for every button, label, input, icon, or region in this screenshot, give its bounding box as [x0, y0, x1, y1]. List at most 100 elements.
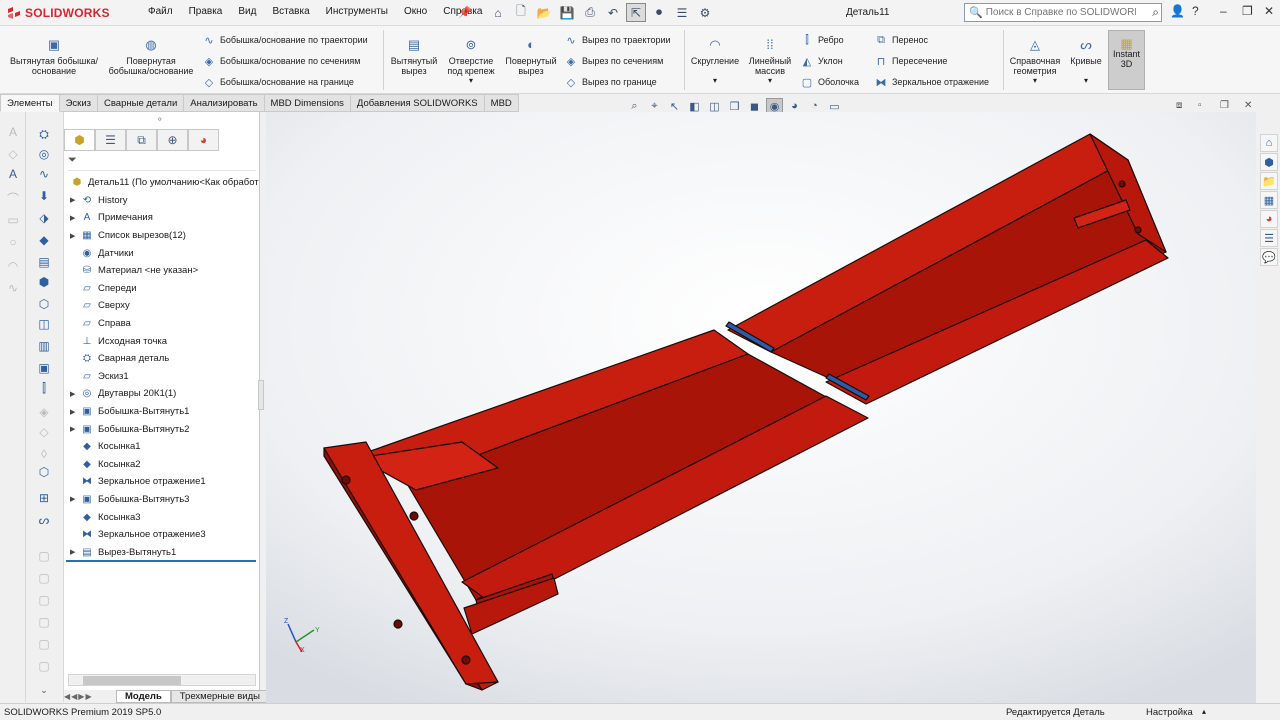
appearances-icon[interactable]: ◕: [1260, 210, 1278, 228]
property-manager-tab-icon[interactable]: ☰: [95, 129, 126, 151]
dimxpert-manager-tab-icon[interactable]: ⊕: [157, 129, 188, 151]
feature-tree-item[interactable]: ▶ ▤ Вырез-Вытянуть1: [64, 543, 260, 561]
extruded-boss-icon[interactable]: ⬇: [36, 188, 52, 204]
viewport-restore-icon[interactable]: ❐: [1220, 100, 1229, 111]
boundary-cut-button[interactable]: ◇ Вырез по границе: [564, 75, 657, 89]
linear-pattern-dropdown-icon[interactable]: ▾: [744, 76, 796, 86]
display-manager-tab-icon[interactable]: ◕: [188, 129, 219, 151]
open-document-icon[interactable]: 📂: [534, 3, 554, 22]
draft-button[interactable]: ◭ Уклон: [800, 54, 843, 68]
design-library-icon[interactable]: ⬢: [1260, 153, 1278, 171]
rebuild-icon[interactable]: ⏺: [649, 3, 669, 22]
swept-cut-button[interactable]: ∿ Вырез по траектории: [564, 33, 670, 47]
expand-arrow-icon[interactable]: ▶: [70, 214, 80, 222]
instant3d-button[interactable]: ▦ Instant 3D: [1108, 30, 1145, 90]
chamfer-icon[interactable]: ◫: [36, 316, 52, 332]
select-pointer-icon[interactable]: ⇱: [626, 3, 646, 22]
surface-tool-6-icon[interactable]: ▢: [36, 658, 52, 674]
feature-tree-item[interactable]: ◉ Датчики: [64, 244, 260, 262]
feature-tree-item[interactable]: ⊥ Исходная точка: [64, 332, 260, 350]
expand-arrow-icon[interactable]: ▶: [70, 495, 80, 503]
menu-file[interactable]: Файл: [140, 6, 181, 17]
feature-tree-item[interactable]: ◆ Косынка2: [64, 456, 260, 474]
tab-addins[interactable]: Добавления SOLIDWORKS: [350, 94, 485, 112]
tab-weldments[interactable]: Сварные детали: [98, 94, 185, 112]
close-window-icon[interactable]: ✕: [1264, 4, 1274, 18]
curves-button[interactable]: ᔕ Кривые ▾: [1066, 36, 1106, 86]
swept-boss-button[interactable]: ∿ Бобышка/основание по траектории: [202, 33, 367, 47]
panel-grip-icon[interactable]: ⚬: [156, 114, 164, 125]
feature-tree-item[interactable]: ▶ ▣ Бобышка-Вытянуть2: [64, 420, 260, 438]
unit-settings[interactable]: Настройка: [1146, 707, 1193, 718]
end-cap-icon[interactable]: ▤: [36, 254, 52, 270]
line-tool-icon[interactable]: ⌒: [5, 190, 21, 206]
rectangle-tool-icon[interactable]: ▭: [5, 212, 21, 228]
feature-tree-item[interactable]: ⧓ Зеркальное отражение3: [64, 526, 260, 544]
fillet-button[interactable]: ◠ Скругление ▾: [688, 36, 742, 86]
cut-list-icon[interactable]: ⬡: [36, 296, 52, 312]
feature-tree-item[interactable]: ▶ ▦ Список вырезов(12): [64, 227, 260, 245]
expand-arrow-icon[interactable]: ▶: [70, 408, 80, 416]
weld-bead-icon[interactable]: ⬢: [36, 274, 52, 290]
shell-button[interactable]: ▢ Оболочка: [800, 75, 859, 89]
user-account-icon[interactable]: 👤: [1170, 4, 1185, 18]
reference-geometry-dropdown-icon[interactable]: ▾: [1006, 76, 1064, 86]
solidworks-logo[interactable]: SOLIDWORKS: [6, 4, 122, 22]
spline-tool-icon[interactable]: ∿: [5, 280, 21, 296]
help-search-scope-icon[interactable]: 🔍: [969, 6, 983, 19]
graphics-canvas[interactable]: Z Y X: [266, 112, 1256, 703]
help-icon[interactable]: ?: [1192, 4, 1199, 18]
feature-tree-item[interactable]: ⬢ Деталь11 (По умолчанию<Как обработ: [64, 174, 260, 192]
hole-wizard-dropdown-icon[interactable]: ▾: [442, 76, 500, 86]
feature-tree-item[interactable]: ◆ Косынка1: [64, 438, 260, 456]
extruded-cut-tool-icon[interactable]: ⬗: [36, 210, 52, 226]
hole-wizard-button[interactable]: ⊚ Отверстие под крепеж ▾: [442, 36, 500, 86]
help-search[interactable]: 🔍 ⌕: [964, 3, 1162, 22]
feature-tree-item[interactable]: ◆ Косынка3: [64, 508, 260, 526]
bend-icon[interactable]: ◊: [36, 446, 52, 462]
file-properties-icon[interactable]: ☰: [672, 3, 692, 22]
lofted-boss-button[interactable]: ◈ Бобышка/основание по сечениям: [202, 54, 361, 68]
feature-tree-item[interactable]: ▶ ▣ Бобышка-Вытянуть3: [64, 491, 260, 509]
expand-arrow-icon[interactable]: ▶: [70, 390, 80, 398]
expand-arrow-icon[interactable]: ▶: [70, 196, 80, 204]
linear-pattern-button[interactable]: ⁞⁞ Линейный массив ▾: [744, 36, 796, 86]
structural-member-icon[interactable]: ◎: [36, 146, 52, 162]
flange-icon[interactable]: ◇: [36, 424, 52, 440]
pin-menu-icon[interactable]: 📌: [458, 6, 472, 19]
revolved-cut-button[interactable]: ◐ Повернутый вырез: [502, 36, 560, 76]
file-explorer-icon[interactable]: 📁: [1260, 172, 1278, 190]
extrude-boss-button[interactable]: ▣ Вытянутая бобышка/основание: [8, 36, 100, 76]
home-icon[interactable]: ⌂: [488, 3, 508, 22]
options-gear-icon[interactable]: ⚙: [695, 3, 715, 22]
expand-arrow-icon[interactable]: ▶: [70, 232, 80, 240]
mirror-button[interactable]: ⧓ Зеркальное отражение: [874, 75, 989, 89]
feature-tree-item[interactable]: ▱ Сверху: [64, 297, 260, 315]
feature-tree-item[interactable]: ▱ Эскиз1: [64, 368, 260, 386]
settings-dropdown-icon[interactable]: ▴: [1202, 707, 1206, 716]
scrollbar-thumb[interactable]: [83, 676, 181, 685]
sketch-tool-icon[interactable]: A: [5, 124, 21, 140]
reference-geometry-button[interactable]: ◬ Справочная геометрия ▾: [1006, 36, 1064, 86]
feature-tree-horizontal-scrollbar[interactable]: [68, 674, 256, 686]
feature-tree-item[interactable]: ▱ Спереди: [64, 280, 260, 298]
feature-tree-item[interactable]: ⧓ Зеркальное отражение1: [64, 473, 260, 491]
viewport-close-icon[interactable]: ✕: [1244, 100, 1252, 111]
curves-tool-icon[interactable]: ᔕ: [36, 512, 52, 528]
restore-window-icon[interactable]: ❐: [1242, 4, 1253, 18]
menu-window[interactable]: Окно: [396, 6, 435, 17]
expand-arrow-icon[interactable]: ▶: [70, 425, 80, 433]
more-tools-chevron-icon[interactable]: ⌄: [36, 682, 52, 698]
solidworks-resources-icon[interactable]: ⌂: [1260, 134, 1278, 152]
smart-dimension-icon[interactable]: ◇: [5, 146, 21, 162]
circle-tool-icon[interactable]: ○: [5, 234, 21, 250]
tab-features[interactable]: Элементы: [0, 94, 60, 112]
tab-mbd[interactable]: MBD: [484, 94, 519, 112]
surface-tool-5-icon[interactable]: ▢: [36, 636, 52, 652]
forum-icon[interactable]: 💬: [1260, 248, 1278, 266]
lofted-cut-button[interactable]: ◈ Вырез по сечениям: [564, 54, 664, 68]
help-search-input[interactable]: [985, 7, 1136, 18]
menu-insert[interactable]: Вставка: [264, 6, 317, 17]
panel-splitter[interactable]: [258, 380, 264, 410]
save-icon[interactable]: 💾: [557, 3, 577, 22]
